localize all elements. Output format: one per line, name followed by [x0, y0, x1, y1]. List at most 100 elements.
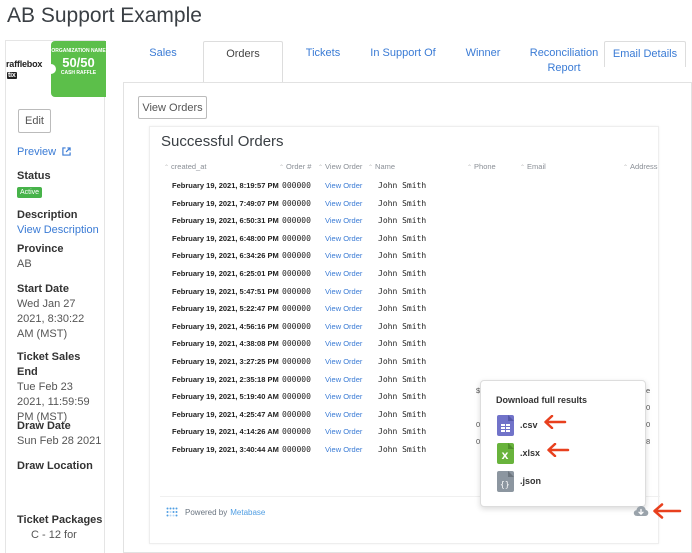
orders-title: Successful Orders: [161, 133, 284, 150]
description-label: Description: [17, 209, 78, 221]
brand-name: rafflebox: [6, 59, 43, 69]
view-order-link[interactable]: View Order: [325, 406, 362, 423]
province-label: Province: [17, 243, 64, 255]
annotation-arrow-icon: [547, 443, 570, 457]
annotation-arrow-icon: [544, 415, 567, 429]
table-row: February 19, 2021, 6:50:31 PM 000000 View …: [172, 212, 472, 229]
order-date-cell: February 19, 2021, 5:19:40 AM: [172, 392, 279, 402]
table-row: February 19, 2021, 5:22:47 PM 000000 View …: [172, 300, 472, 317]
table-row: February 19, 2021, 6:25:01 PM 000000 View …: [172, 265, 472, 282]
xlsx-file-icon: X: [497, 442, 514, 464]
ticket-game-type: CASH RAFFLE: [60, 70, 97, 76]
column-header-address[interactable]: Address: [623, 162, 658, 171]
order-number-cell: 000000: [282, 339, 311, 349]
ticket-game-name: 50/50: [62, 55, 95, 70]
view-order-link[interactable]: View Order: [325, 283, 362, 300]
view-order-link[interactable]: View Order: [325, 300, 362, 317]
column-header-name[interactable]: Name: [368, 162, 395, 171]
order-number-cell: 000000: [282, 286, 311, 296]
order-number-cell: 000000: [282, 216, 311, 226]
preview-label: Preview: [17, 146, 57, 158]
table-row: February 19, 2021, 4:38:08 PM 000000 View …: [172, 335, 472, 352]
external-link-icon: [62, 147, 71, 156]
customer-name-cell: John Smith: [378, 339, 427, 349]
table-row: February 19, 2021, 4:25:47 AM 000000 View …: [172, 406, 472, 423]
view-order-link[interactable]: View Order: [325, 265, 362, 282]
province-value: AB: [17, 258, 32, 270]
view-order-link[interactable]: View Order: [325, 212, 362, 229]
order-number-cell: 000000: [282, 181, 311, 190]
edit-button[interactable]: Edit: [18, 109, 51, 133]
customer-name-cell: John Smith: [378, 445, 427, 454]
order-number-cell: 000000: [282, 409, 311, 419]
order-number-cell: 000000: [282, 304, 311, 314]
customer-name-cell: John Smith: [378, 304, 427, 314]
order-number-cell: 000000: [282, 357, 311, 366]
status-badge: Active: [17, 187, 43, 198]
view-order-link[interactable]: View Order: [325, 230, 362, 247]
view-order-link[interactable]: View Order: [325, 353, 362, 370]
customer-name-cell: John Smith: [378, 233, 427, 243]
view-order-link[interactable]: View Order: [325, 318, 362, 335]
view-order-link[interactable]: View Order: [325, 441, 362, 458]
raffle-logo: rafflebox tix ORGANIZATION NAME 50/50 CAS…: [6, 41, 106, 97]
column-header-phone[interactable]: Phone: [467, 162, 496, 171]
download-csv-option[interactable]: .csv: [497, 414, 538, 436]
view-description-link[interactable]: View Description: [17, 223, 99, 238]
tab-in-support-of[interactable]: In Support Of: [366, 46, 440, 61]
customer-name-cell: John Smith: [378, 409, 427, 419]
order-date-cell: February 19, 2021, 2:35:18 PM: [172, 374, 279, 384]
order-date-cell: February 19, 2021, 7:49:07 PM: [172, 198, 279, 208]
order-number-cell: 000000: [282, 392, 311, 402]
view-order-link[interactable]: View Order: [325, 177, 362, 194]
tab-reconciliation-report[interactable]: Reconciliation Report: [526, 46, 602, 76]
column-header-view-order[interactable]: View Order: [318, 162, 362, 171]
ticket-org-name: ORGANIZATION NAME: [51, 48, 106, 54]
order-date-cell: February 19, 2021, 3:40:44 AM: [172, 445, 279, 454]
view-order-link[interactable]: View Order: [325, 247, 362, 264]
column-header-created-at[interactable]: created_at: [164, 162, 206, 171]
order-date-cell: February 19, 2021, 3:27:25 PM: [172, 357, 279, 366]
tab-tickets[interactable]: Tickets: [300, 46, 346, 61]
view-order-link[interactable]: View Order: [325, 423, 362, 440]
json-file-icon: {}: [497, 470, 514, 492]
tab-email-details[interactable]: Email Details: [604, 41, 686, 67]
download-csv-label: .csv: [520, 420, 538, 430]
order-date-cell: February 19, 2021, 6:48:00 PM: [172, 233, 279, 243]
annotation-arrow-icon: [653, 503, 682, 519]
start-date-label: Start Date: [17, 283, 69, 295]
draw-date-label: Draw Date: [17, 420, 71, 432]
table-row: February 19, 2021, 3:27:25 PM 000000 View …: [172, 353, 472, 370]
start-date-value: Wed Jan 27 2021, 8:30:22 AM (MST): [17, 298, 85, 340]
cloud-download-icon[interactable]: [633, 505, 649, 517]
view-order-link[interactable]: View Order: [325, 195, 362, 212]
table-row: February 19, 2021, 5:47:51 PM 000000 View …: [172, 283, 472, 300]
csv-file-icon: [497, 414, 514, 436]
download-json-option[interactable]: {} .json: [497, 470, 541, 492]
column-header-email[interactable]: Email: [520, 162, 546, 171]
ticket-sales-end-label: Ticket Sales End: [17, 351, 81, 378]
order-date-cell: February 19, 2021, 6:25:01 PM: [172, 269, 279, 278]
order-number-cell: 000000: [282, 269, 311, 278]
tab-sales[interactable]: Sales: [143, 46, 183, 61]
download-xlsx-option[interactable]: X .xlsx: [497, 442, 540, 464]
customer-name-cell: John Smith: [378, 198, 427, 208]
customer-name-cell: John Smith: [378, 251, 427, 261]
metabase-link[interactable]: Metabase: [230, 508, 265, 517]
tab-orders[interactable]: Orders: [203, 41, 283, 82]
order-number-cell: 000000: [282, 374, 311, 384]
powered-by-metabase[interactable]: Powered by Metabase: [166, 507, 265, 517]
view-order-link[interactable]: View Order: [325, 371, 362, 388]
tab-winner[interactable]: Winner: [460, 46, 506, 61]
view-order-link[interactable]: View Order: [325, 388, 362, 405]
draw-date-value: Sun Feb 28 2021: [17, 435, 102, 447]
order-date-cell: February 19, 2021, 4:56:16 PM: [172, 321, 279, 331]
column-header-order-number[interactable]: Order #: [279, 162, 311, 171]
table-row: February 19, 2021, 2:35:18 PM 000000 View …: [172, 371, 472, 388]
order-date-cell: February 19, 2021, 5:22:47 PM: [172, 304, 279, 314]
preview-link[interactable]: Preview: [17, 145, 71, 160]
order-number-cell: 000000: [282, 233, 311, 243]
svg-text:{}: {}: [500, 480, 510, 489]
view-order-link[interactable]: View Order: [325, 335, 362, 352]
view-orders-button[interactable]: View Orders: [138, 96, 207, 119]
